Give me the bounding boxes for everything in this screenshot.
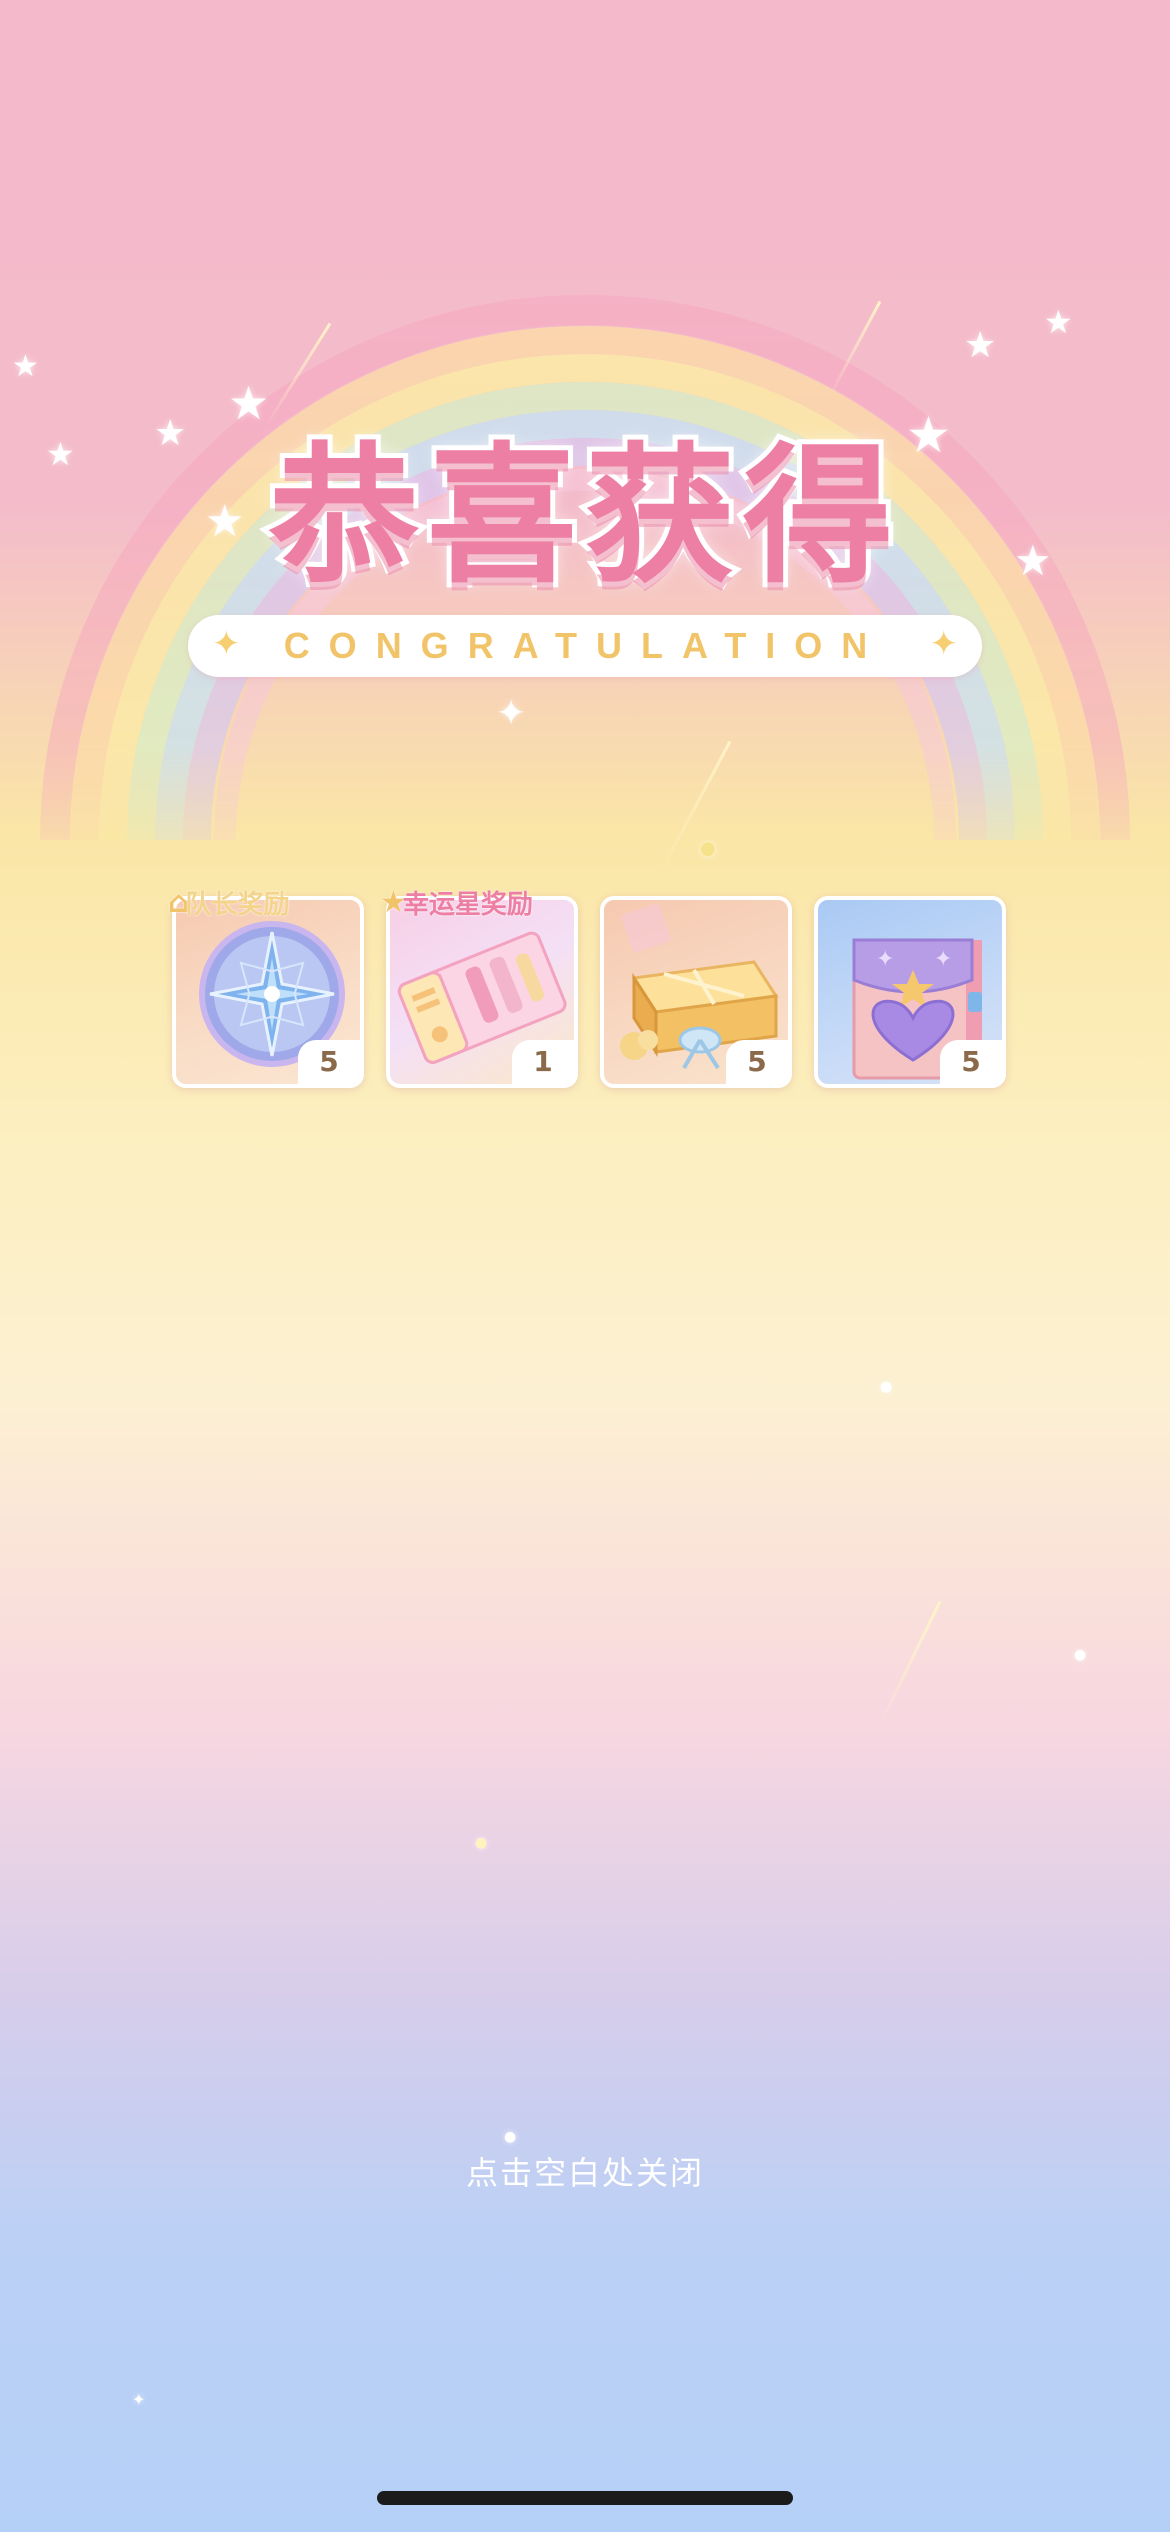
reward-list: 5 ⌂ 队长奖励 1 ★ 幸运星奖励 5 ✦ ✦ 5 [168,885,1008,1088]
reward-count: 5 [940,1040,1002,1084]
svg-text:✦: ✦ [934,947,952,972]
reward-title: 恭喜获得 [264,425,901,609]
leader-reward-label: 队长奖励 [185,890,290,920]
leader-reward-tag: ⌂ 队长奖励 [168,884,290,921]
reward-count: 1 [512,1040,574,1084]
sparkle-icon: ✦ [212,624,241,664]
close-hint[interactable]: 点击空白处关闭 [0,2148,1170,2194]
reward-item-heart-pouch[interactable]: ✦ ✦ 5 [814,896,1006,1088]
lucky-star-reward-tag: ★ 幸运星奖励 [380,884,533,921]
reward-count: 5 [298,1040,360,1084]
sparkle-icon: ✦ [929,624,959,664]
reward-item-compass-medal[interactable]: 5 [172,896,364,1088]
home-indicator[interactable] [377,2491,793,2505]
reward-item-lucky-ticket[interactable]: 1 [386,896,578,1088]
lucky-star-reward-label: 幸运星奖励 [402,890,533,920]
congratulation-banner: ✦ CONGRATULATION ✦ [188,615,982,677]
reward-item-gift-box[interactable]: 5 [600,896,792,1088]
congratulation-text: CONGRATULATION [283,625,887,666]
reward-count: 5 [726,1040,788,1084]
svg-text:✦: ✦ [876,947,894,972]
